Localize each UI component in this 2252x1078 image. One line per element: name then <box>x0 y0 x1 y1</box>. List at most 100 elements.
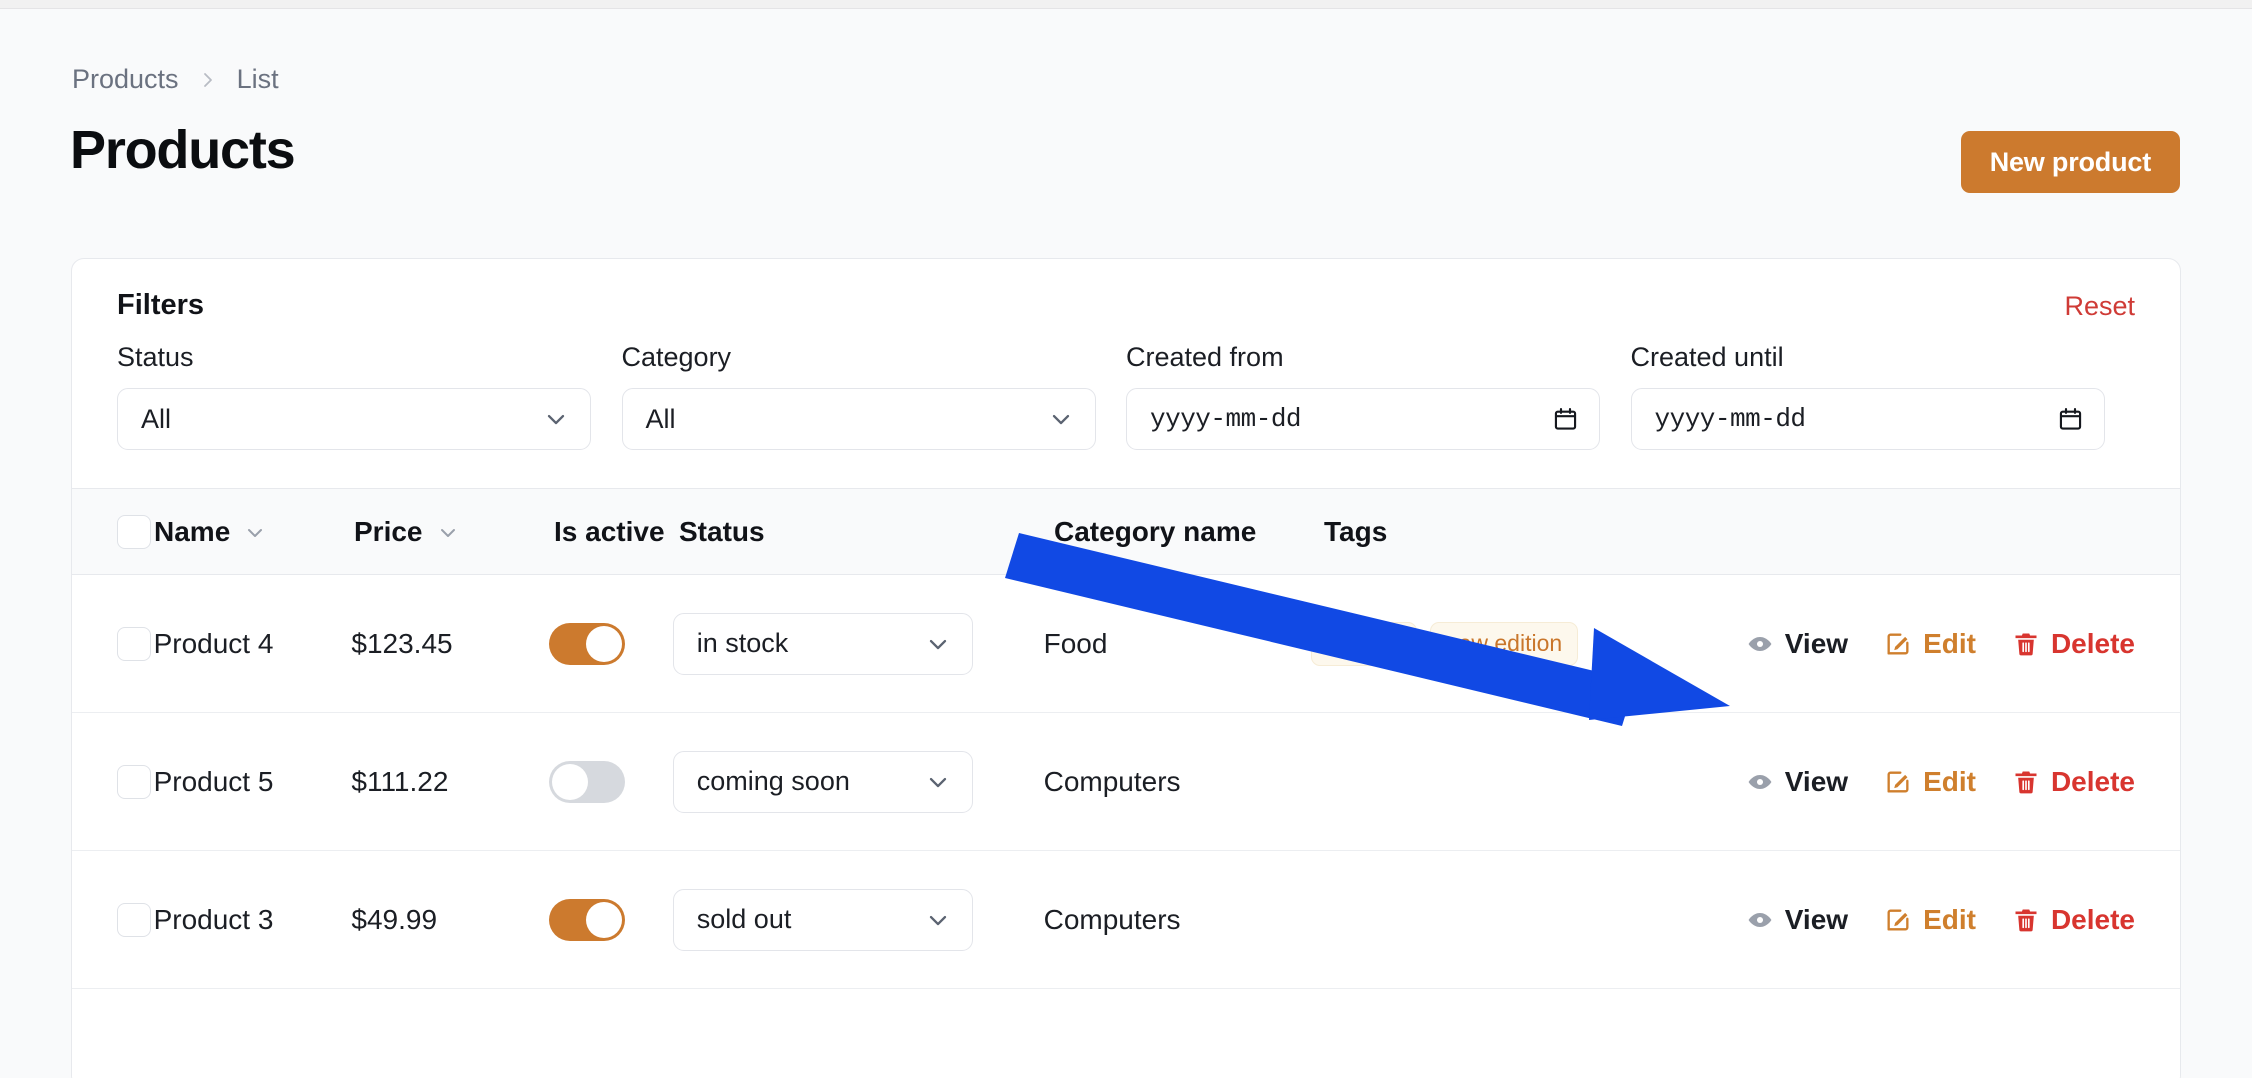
status-filter-select[interactable]: All <box>117 388 591 450</box>
select-all-checkbox[interactable] <box>117 514 151 549</box>
table-row[interactable] <box>72 989 2180 1078</box>
column-header-status: Status <box>679 515 765 547</box>
edit-button[interactable]: Edit <box>1884 765 1976 797</box>
filter-field-created-until: Created until yyyy-mm-dd <box>1630 342 2136 450</box>
toggle-knob <box>552 763 589 800</box>
is-active-toggle[interactable] <box>549 622 626 665</box>
new-product-button[interactable]: New product <box>1960 131 2180 193</box>
browser-chrome-strip <box>0 0 2252 9</box>
edit-button[interactable]: Edit <box>1884 627 1976 659</box>
view-button[interactable]: View <box>1746 765 1849 797</box>
row-select-cell <box>72 626 154 661</box>
column-header-tags: Tags <box>1324 515 1388 547</box>
column-header-price[interactable]: Price <box>354 517 554 546</box>
view-button-label: View <box>1784 903 1849 935</box>
table-header-row: Name Price Is active Status Category nam… <box>72 488 2180 575</box>
row-actions: View Edit Delete <box>1746 903 2180 935</box>
trash-icon <box>2012 768 2040 796</box>
filter-field-created-from: Created from yyyy-mm-dd <box>1126 344 1631 450</box>
products-page: Products List Products New product Filte… <box>0 9 2252 1078</box>
edit-button-label: Edit <box>1923 627 1976 659</box>
products-table: Name Price Is active Status Category nam… <box>72 488 2180 1078</box>
is-active-toggle[interactable] <box>549 760 626 803</box>
status-select[interactable]: coming soon <box>672 750 973 813</box>
select-all-cell <box>72 514 154 549</box>
status-select-value: coming soon <box>696 766 850 796</box>
table-row[interactable]: Product 3 $49.99 sold out Computers View… <box>72 851 2180 989</box>
view-button-label: View <box>1784 765 1849 797</box>
reset-filters-button[interactable]: Reset <box>2064 291 2135 322</box>
breadcrumb: Products List <box>72 66 279 93</box>
eye-icon <box>1746 906 1774 934</box>
status-filter-value: All <box>141 403 172 434</box>
chevron-down-icon <box>924 906 952 934</box>
status-select[interactable]: sold out <box>672 888 973 951</box>
column-header-is-active: Is active <box>554 515 665 547</box>
cell-price: $49.99 <box>351 903 438 935</box>
pencil-square-icon <box>1884 906 1912 934</box>
cell-name: Product 4 <box>153 627 274 659</box>
table-row[interactable]: Product 5 $111.22 coming soon Computers … <box>72 713 2180 851</box>
breadcrumb-item-list: List <box>236 64 279 94</box>
created-from-value: yyyy-mm-dd <box>1150 404 1302 434</box>
row-checkbox[interactable] <box>117 902 151 937</box>
created-until-date-input[interactable]: yyyy-mm-dd <box>1630 388 2105 450</box>
tag-badge: new edition <box>1429 621 1579 666</box>
created-from-date-input[interactable]: yyyy-mm-dd <box>1126 388 1600 450</box>
row-actions: View Edit Delete <box>1746 627 2180 659</box>
delete-button-label: Delete <box>2050 903 2135 935</box>
view-button[interactable]: View <box>1746 627 1849 659</box>
trash-icon <box>2012 630 2040 658</box>
chevron-down-icon[interactable] <box>436 520 460 544</box>
table-row[interactable]: Product 4 $123.45 in stock Food on sale … <box>72 575 2180 713</box>
chevron-down-icon <box>1047 405 1075 433</box>
row-select-cell <box>72 764 154 799</box>
delete-button[interactable]: Delete <box>2012 767 2135 796</box>
trash-icon <box>2012 906 2040 934</box>
filter-label-status: Status <box>117 342 194 372</box>
pencil-square-icon <box>1884 630 1912 658</box>
row-checkbox[interactable] <box>117 764 151 799</box>
products-card: Filters Reset Status All Category All Cr… <box>71 258 2181 1078</box>
cell-name: Product 3 <box>153 903 274 935</box>
created-until-value: yyyy-mm-dd <box>1654 404 1807 434</box>
status-select-value: sold out <box>696 904 792 934</box>
calendar-icon[interactable] <box>1552 406 1579 433</box>
is-active-toggle[interactable] <box>549 898 626 941</box>
delete-button-label: Delete <box>2050 627 2135 659</box>
chevron-down-icon[interactable] <box>243 520 267 544</box>
column-header-category-name: Category name <box>1054 515 1257 547</box>
column-header-name[interactable]: Name <box>154 517 354 546</box>
cell-category-name: Food <box>1043 627 1108 659</box>
tag-badge: on sale <box>1310 621 1417 666</box>
category-filter-select[interactable]: All <box>621 388 1096 450</box>
filter-label-created-until: Created until <box>1630 342 1784 372</box>
status-select[interactable]: in stock <box>672 612 973 675</box>
delete-button[interactable]: Delete <box>2012 627 2135 659</box>
calendar-icon[interactable] <box>2057 406 2084 433</box>
view-button[interactable]: View <box>1746 903 1849 935</box>
view-button-label: View <box>1784 627 1849 659</box>
eye-icon <box>1746 630 1774 658</box>
delete-button[interactable]: Delete <box>2012 903 2135 935</box>
filter-label-category: Category <box>621 342 732 372</box>
breadcrumb-item-products[interactable]: Products <box>72 66 179 93</box>
row-select-cell <box>72 902 154 937</box>
cell-name: Product 5 <box>153 765 274 797</box>
category-filter-value: All <box>645 403 676 434</box>
pencil-square-icon <box>1884 768 1912 796</box>
filter-field-category: Category All <box>621 342 1127 450</box>
edit-button[interactable]: Edit <box>1884 903 1976 935</box>
status-select-value: in stock <box>696 628 789 658</box>
filters-header: Filters Reset <box>72 259 2180 344</box>
edit-button-label: Edit <box>1923 903 1976 935</box>
cell-tags: on sale new edition <box>1310 621 1746 666</box>
toggle-knob <box>586 901 623 938</box>
cell-price: $111.22 <box>351 765 449 797</box>
row-actions: View Edit Delete <box>1746 765 2180 797</box>
row-checkbox[interactable] <box>117 626 151 661</box>
edit-button-label: Edit <box>1923 765 1976 797</box>
cell-category-name: Computers <box>1043 765 1181 797</box>
filter-label-created-from: Created from <box>1126 342 1284 372</box>
eye-icon <box>1746 768 1774 796</box>
